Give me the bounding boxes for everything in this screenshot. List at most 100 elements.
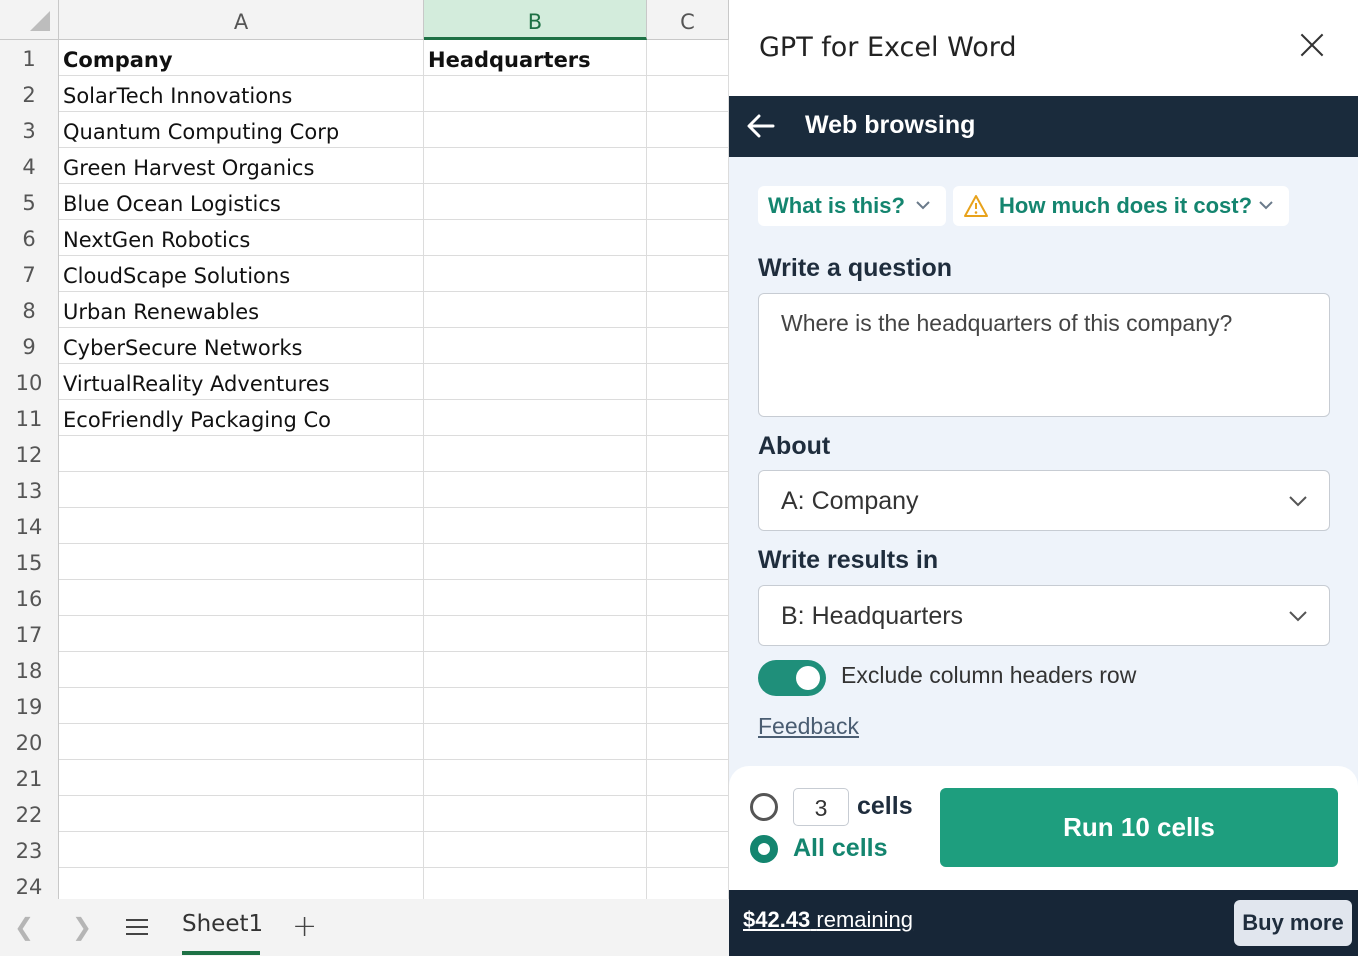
cell-c[interactable] xyxy=(647,364,729,400)
cell-a[interactable] xyxy=(59,688,424,724)
cell-a[interactable] xyxy=(59,508,424,544)
row-number[interactable]: 15 xyxy=(0,544,59,580)
row-number[interactable]: 4 xyxy=(0,148,59,184)
row-number[interactable]: 6 xyxy=(0,220,59,256)
exclude-headers-toggle[interactable] xyxy=(758,660,826,696)
cell-b[interactable] xyxy=(424,220,647,256)
cell-b[interactable] xyxy=(424,76,647,112)
cell-c[interactable] xyxy=(647,616,729,652)
buy-more-button[interactable]: Buy more xyxy=(1234,900,1352,946)
cell-b[interactable] xyxy=(424,508,647,544)
row-number[interactable]: 16 xyxy=(0,580,59,616)
cell-a[interactable] xyxy=(59,436,424,472)
cell-b[interactable] xyxy=(424,292,647,328)
row-number[interactable]: 22 xyxy=(0,796,59,832)
cell-c[interactable] xyxy=(647,544,729,580)
cell-c[interactable] xyxy=(647,400,729,436)
cell-a[interactable] xyxy=(59,472,424,508)
cell-a[interactable]: CloudScape Solutions xyxy=(59,256,424,292)
cell-a[interactable] xyxy=(59,796,424,832)
row-number[interactable]: 14 xyxy=(0,508,59,544)
cell-a[interactable] xyxy=(59,760,424,796)
column-header-b[interactable]: B xyxy=(424,0,647,40)
cell-b[interactable] xyxy=(424,148,647,184)
cell-b[interactable] xyxy=(424,256,647,292)
question-input[interactable]: Where is the headquarters of this compan… xyxy=(758,293,1330,417)
about-select[interactable]: A: Company xyxy=(758,470,1330,531)
cell-a[interactable] xyxy=(59,544,424,580)
cell-a[interactable] xyxy=(59,832,424,868)
column-header-c[interactable]: C xyxy=(647,0,729,40)
cells-count-input[interactable]: 3 xyxy=(793,788,849,826)
cell-a[interactable]: Blue Ocean Logistics xyxy=(59,184,424,220)
row-number[interactable]: 5 xyxy=(0,184,59,220)
cell-b[interactable] xyxy=(424,184,647,220)
row-number[interactable]: 9 xyxy=(0,328,59,364)
cell-b[interactable] xyxy=(424,796,647,832)
cell-a[interactable] xyxy=(59,616,424,652)
next-sheet-icon[interactable]: ❯ xyxy=(72,913,92,941)
cell-b[interactable] xyxy=(424,616,647,652)
feedback-link[interactable]: Feedback xyxy=(758,713,859,740)
cell-c[interactable] xyxy=(647,508,729,544)
cell-a[interactable] xyxy=(59,724,424,760)
results-select[interactable]: B: Headquarters xyxy=(758,585,1330,646)
cell-a[interactable]: Company xyxy=(59,40,424,76)
cell-c[interactable] xyxy=(647,436,729,472)
cell-a[interactable]: CyberSecure Networks xyxy=(59,328,424,364)
row-number[interactable]: 2 xyxy=(0,76,59,112)
add-sheet-icon[interactable]: + xyxy=(292,909,317,944)
cell-b[interactable] xyxy=(424,364,647,400)
cell-c[interactable] xyxy=(647,184,729,220)
cell-b[interactable] xyxy=(424,112,647,148)
cell-a[interactable]: NextGen Robotics xyxy=(59,220,424,256)
cell-b[interactable] xyxy=(424,580,647,616)
cell-a[interactable]: Quantum Computing Corp xyxy=(59,112,424,148)
what-is-this-chip[interactable]: What is this? xyxy=(758,186,946,226)
cell-a[interactable]: EcoFriendly Packaging Co xyxy=(59,400,424,436)
column-header-a[interactable]: A xyxy=(59,0,424,40)
row-number[interactable]: 10 xyxy=(0,364,59,400)
cell-a[interactable]: SolarTech Innovations xyxy=(59,76,424,112)
row-number[interactable]: 13 xyxy=(0,472,59,508)
remaining-credits[interactable]: $42.43 remaining xyxy=(743,907,913,933)
cell-c[interactable] xyxy=(647,796,729,832)
prev-sheet-icon[interactable]: ❮ xyxy=(14,913,34,941)
cell-c[interactable] xyxy=(647,472,729,508)
cell-b[interactable]: Headquarters xyxy=(424,40,647,76)
cell-c[interactable] xyxy=(647,292,729,328)
cell-c[interactable] xyxy=(647,724,729,760)
cell-b[interactable] xyxy=(424,724,647,760)
row-number[interactable]: 3 xyxy=(0,112,59,148)
cell-c[interactable] xyxy=(647,76,729,112)
cell-b[interactable] xyxy=(424,688,647,724)
cell-a[interactable] xyxy=(59,652,424,688)
cell-c[interactable] xyxy=(647,256,729,292)
cell-c[interactable] xyxy=(647,328,729,364)
cell-b[interactable] xyxy=(424,760,647,796)
cell-c[interactable] xyxy=(647,652,729,688)
close-icon[interactable] xyxy=(1297,30,1327,60)
row-number[interactable]: 8 xyxy=(0,292,59,328)
cell-b[interactable] xyxy=(424,472,647,508)
cell-a[interactable]: Urban Renewables xyxy=(59,292,424,328)
row-number[interactable]: 21 xyxy=(0,760,59,796)
back-arrow-icon[interactable] xyxy=(745,110,777,142)
sheet-tab[interactable]: Sheet1 xyxy=(182,911,263,937)
cell-b[interactable] xyxy=(424,832,647,868)
cells-count-radio[interactable] xyxy=(750,793,778,821)
cell-a[interactable]: Green Harvest Organics xyxy=(59,148,424,184)
row-number[interactable]: 7 xyxy=(0,256,59,292)
row-number[interactable]: 1 xyxy=(0,40,59,76)
cell-c[interactable] xyxy=(647,148,729,184)
row-number[interactable]: 11 xyxy=(0,400,59,436)
cell-b[interactable] xyxy=(424,400,647,436)
cell-c[interactable] xyxy=(647,112,729,148)
row-number[interactable]: 20 xyxy=(0,724,59,760)
cell-b[interactable] xyxy=(424,328,647,364)
select-all-corner[interactable] xyxy=(0,0,59,40)
sheet-menu-icon[interactable] xyxy=(126,919,148,940)
row-number[interactable]: 12 xyxy=(0,436,59,472)
cell-b[interactable] xyxy=(424,544,647,580)
cell-c[interactable] xyxy=(647,220,729,256)
